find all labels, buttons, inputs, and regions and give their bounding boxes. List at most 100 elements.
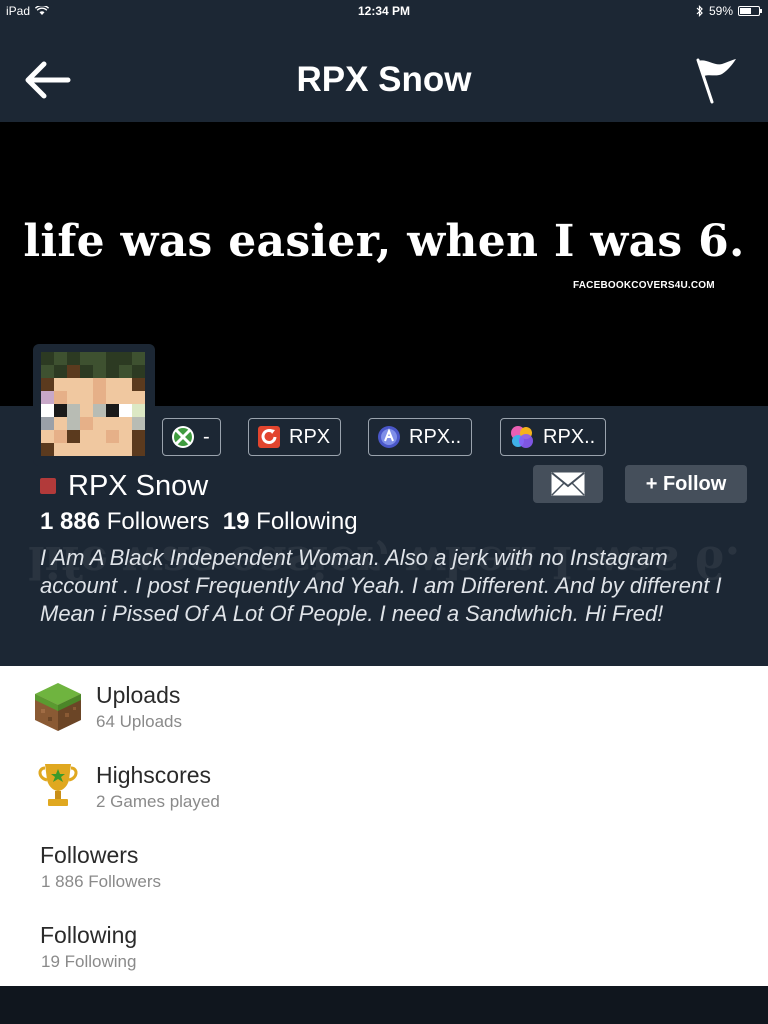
- battery-fill: [740, 8, 751, 14]
- envelope-icon: [551, 472, 585, 496]
- gamer-tag-label: RPX: [289, 425, 331, 448]
- profile-bio: I Am A Black Independent Woman. Also a j…: [40, 545, 722, 626]
- avatar-pixel: [132, 352, 145, 365]
- menu-item-highscores[interactable]: Highscores 2 Games played: [0, 746, 768, 826]
- gamer-tag-label: RPX..: [543, 425, 596, 448]
- avatar-pixel: [41, 378, 54, 391]
- profile-menu: Uploads 64 Uploads Highscores 2 Games pl…: [0, 666, 768, 986]
- page-title: RPX Snow: [296, 60, 472, 99]
- avatar-pixel: [54, 404, 67, 417]
- avatar-pixel: [106, 378, 119, 391]
- cover-quote: life was easier, when I was 6.: [23, 216, 745, 267]
- gamer-tag-playstation[interactable]: RPX..: [368, 418, 473, 456]
- avatar-pixel: [67, 417, 80, 430]
- avatar-pixel: [93, 430, 106, 443]
- avatar-pixel: [54, 391, 67, 404]
- avatar-pixel: [54, 417, 67, 430]
- avatar-pixel: [119, 430, 132, 443]
- avatar-pixel: [54, 443, 67, 456]
- avatar-pixel: [106, 352, 119, 365]
- follow-counts: 1 886 Followers 19 Following: [40, 508, 358, 536]
- avatar-pixel: [93, 404, 106, 417]
- playstation-icon: [378, 426, 400, 448]
- battery-icon: [738, 6, 762, 16]
- xbox-icon: [172, 426, 194, 448]
- nav-bar: RPX Snow: [0, 22, 768, 122]
- status-bar: iPad 12:34 PM 59%: [0, 0, 768, 22]
- bottom-bar: [0, 986, 768, 1024]
- trophy-icon: [38, 764, 78, 806]
- menu-item-uploads[interactable]: Uploads 64 Uploads: [0, 666, 768, 746]
- avatar-pixel: [80, 391, 93, 404]
- message-button[interactable]: [533, 465, 603, 503]
- gamer-tag-xbox[interactable]: -: [162, 418, 221, 456]
- avatar-pixel: [93, 352, 106, 365]
- avatar-pixel: [41, 430, 54, 443]
- avatar-pixel: [67, 404, 80, 417]
- avatar-pixel: [119, 404, 132, 417]
- avatar-pixel: [106, 417, 119, 430]
- avatar-pixel: [67, 352, 80, 365]
- avatar-pixel: [80, 365, 93, 378]
- cover-watermark: FACEBOOKCOVERS4U.COM: [573, 280, 715, 291]
- avatar-pixel: [93, 365, 106, 378]
- menu-item-sub: 64 Uploads: [96, 712, 183, 731]
- avatar-pixel: [132, 443, 145, 456]
- gamer-tag-game-center[interactable]: RPX..: [500, 418, 607, 456]
- avatar-pixel: [119, 365, 132, 378]
- avatar-pixel: [41, 417, 54, 430]
- avatar-pixel: [93, 378, 106, 391]
- following-count: 19: [222, 508, 250, 535]
- menu-item-followers[interactable]: Followers 1 886 Followers: [0, 826, 768, 906]
- avatar-pixel: [119, 417, 132, 430]
- avatar-pixel: [80, 378, 93, 391]
- avatar-pixel: [119, 391, 132, 404]
- bluetooth-icon: [696, 5, 703, 17]
- avatar-pixel: [119, 443, 132, 456]
- avatar-pixel: [80, 352, 93, 365]
- followers-label: Followers: [106, 508, 210, 535]
- avatar-pixel: [106, 404, 119, 417]
- avatar-pixel: [132, 378, 145, 391]
- menu-item-label: Followers: [40, 842, 139, 868]
- battery-percent: 59%: [708, 4, 733, 18]
- avatar[interactable]: [33, 344, 155, 466]
- avatar-pixel: [119, 378, 132, 391]
- report-button[interactable]: [692, 56, 740, 106]
- status-right: 59%: [696, 4, 762, 18]
- avatar-image: [41, 352, 145, 456]
- avatar-pixel: [41, 391, 54, 404]
- avatar-pixel: [54, 430, 67, 443]
- profile-name-row: RPX Snow: [40, 466, 208, 506]
- menu-item-sub: 2 Games played: [96, 792, 220, 811]
- avatar-pixel: [93, 443, 106, 456]
- avatar-pixel: [67, 378, 80, 391]
- avatar-pixel: [132, 417, 145, 430]
- avatar-pixel: [119, 352, 132, 365]
- avatar-pixel: [80, 443, 93, 456]
- avatar-pixel: [41, 443, 54, 456]
- menu-item-following[interactable]: Following 19 Following: [0, 906, 768, 986]
- avatar-pixel: [54, 378, 67, 391]
- menu-item-label: Highscores: [96, 762, 212, 788]
- avatar-pixel: [80, 404, 93, 417]
- following-label: Following: [256, 508, 358, 535]
- avatar-pixel: [106, 443, 119, 456]
- menu-item-label: Following: [40, 922, 138, 948]
- status-time: 12:34 PM: [357, 4, 411, 18]
- gamer-tag-label: -: [203, 425, 210, 448]
- avatar-pixel: [93, 417, 106, 430]
- avatar-pixel: [41, 352, 54, 365]
- menu-item-label: Uploads: [96, 682, 181, 708]
- avatar-pixel: [67, 391, 80, 404]
- avatar-pixel: [132, 365, 145, 378]
- profile-name: RPX Snow: [68, 469, 209, 502]
- avatar-pixel: [41, 404, 54, 417]
- menu-item-sub: 1 886 Followers: [41, 872, 162, 891]
- flag-icon: [696, 58, 736, 104]
- gamer-tag-sony[interactable]: RPX: [248, 418, 342, 456]
- avatar-pixel: [41, 365, 54, 378]
- follow-button[interactable]: + Follow: [625, 465, 747, 503]
- avatar-pixel: [106, 430, 119, 443]
- avatar-pixel: [132, 430, 145, 443]
